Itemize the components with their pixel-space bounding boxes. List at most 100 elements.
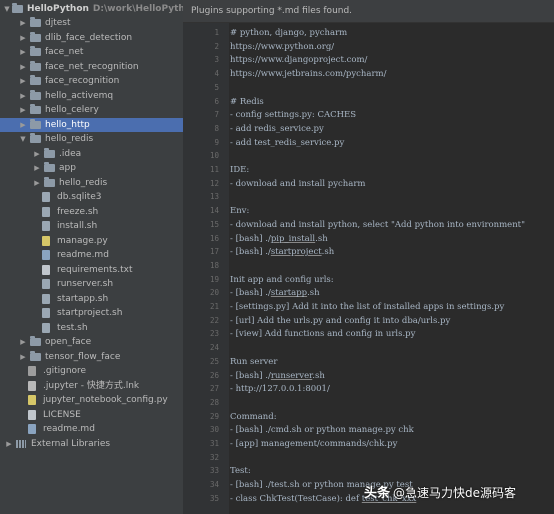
code-line[interactable]: Init app and config urls:	[230, 273, 552, 287]
chevron-right-icon[interactable]: ▶	[32, 176, 42, 190]
line-number: 27	[209, 384, 219, 394]
tree-file-item[interactable]: .jupyter - 快捷方式.lnk	[0, 379, 183, 393]
code-line[interactable]: - [url] Add the urls.py and config it in…	[230, 314, 552, 328]
code-line[interactable]: - [view] Add functions and config in url…	[230, 327, 552, 341]
code-line[interactable]	[230, 190, 552, 204]
tree-folder-item[interactable]: ▶ djtest	[0, 16, 183, 30]
code-line[interactable]: - [bash] ./startproject.sh	[230, 245, 552, 259]
tree-file-item[interactable]: startproject.sh	[0, 306, 183, 320]
tree-file-item[interactable]: LICENSE	[0, 408, 183, 422]
banner-text: Plugins supporting *.md files found.	[191, 6, 353, 16]
tree-folder-item[interactable]: ▶ face_recognition	[0, 74, 183, 88]
tree-file-item[interactable]: test.sh	[0, 321, 183, 335]
chevron-right-icon[interactable]: ▶	[18, 89, 28, 103]
plugin-notification-banner[interactable]: Plugins supporting *.md files found.	[183, 0, 554, 23]
line-number: 30	[209, 425, 219, 435]
chevron-right-icon[interactable]: ▶	[18, 118, 28, 132]
code-line[interactable]: - [bash] ./runserver.sh	[230, 369, 552, 383]
tree-file-item[interactable]: .gitignore	[0, 364, 183, 378]
tree-folder-item[interactable]: ▶ hello_http	[0, 117, 183, 132]
tree-folder-item[interactable]: ▶ tensor_flow_face	[0, 350, 183, 364]
line-number: 11	[209, 165, 219, 174]
tree-folder-item[interactable]: ▶ hello_redis	[0, 176, 183, 190]
line-number: 14	[209, 206, 219, 216]
chevron-right-icon[interactable]: ▶	[18, 74, 28, 88]
chevron-right-icon[interactable]: ▶	[18, 16, 28, 30]
code-line[interactable]: - [bash] ./pip_install.sh	[230, 232, 552, 246]
line-number: 3	[214, 55, 219, 65]
code-line[interactable]: # Redis	[230, 95, 552, 109]
code-line[interactable]: - [bash] ./startapp.sh	[230, 286, 552, 300]
chevron-right-icon[interactable]: ▶	[18, 31, 28, 45]
tree-file-item[interactable]: freeze.sh	[0, 205, 183, 219]
code-line[interactable]	[230, 259, 552, 273]
tree-folder-item[interactable]: ▶ open_face	[0, 335, 183, 349]
code-line[interactable]: Run server	[230, 355, 552, 369]
line-number: 19	[209, 274, 219, 284]
chevron-down-icon[interactable]: ▼	[2, 2, 12, 16]
chevron-right-icon[interactable]: ▶	[18, 60, 28, 74]
chevron-down-icon[interactable]: ▼	[18, 132, 28, 146]
tree-file-item[interactable]: requirements.txt	[0, 263, 183, 277]
chevron-right-icon[interactable]: ▶	[32, 147, 42, 161]
line-number: 33	[209, 466, 219, 476]
code-line[interactable]: - [bash] ./cmd.sh or python manage.py ch…	[230, 423, 552, 437]
tree-file-item[interactable]: startapp.sh	[0, 292, 183, 306]
code-line[interactable]: - download and install pycharm	[230, 177, 552, 191]
tree-file-item[interactable]: db.sqlite3	[0, 190, 183, 204]
code-line[interactable]: Test:	[230, 464, 552, 478]
tree-folder-item[interactable]: ▶ hello_celery	[0, 103, 183, 117]
code-line[interactable]: https://www.jetbrains.com/pycharm/	[230, 67, 552, 81]
chevron-right-icon[interactable]: ▶	[32, 161, 42, 175]
line-number: 29	[209, 411, 219, 421]
tree-root-project[interactable]: ▼ HelloPythonD:\work\HelloPython	[0, 2, 183, 16]
line-number: 5	[214, 82, 219, 92]
chevron-right-icon[interactable]: ▶	[18, 350, 28, 364]
tree-file-item[interactable]: readme.md	[0, 422, 183, 436]
tree-folder-item[interactable]: ▶ dlib_face_detection	[0, 31, 183, 45]
chevron-right-icon[interactable]: ▶	[4, 437, 14, 451]
chevron-right-icon[interactable]: ▶	[18, 103, 28, 117]
code-line[interactable]: https://www.djangoproject.com/	[230, 53, 552, 67]
code-line[interactable]	[230, 451, 552, 465]
tree-item-label: jupyter_notebook_config.py	[43, 395, 168, 405]
project-tree[interactable]: ▼ HelloPythonD:\work\HelloPython ▶ djtest…	[0, 0, 183, 514]
code-line[interactable]: # python, django, pycharm	[230, 26, 552, 40]
line-number: 9	[214, 137, 219, 147]
code-editor[interactable]: Plugins supporting *.md files found. 123…	[183, 0, 554, 514]
line-number: 20	[209, 288, 219, 298]
code-line[interactable]: - add test_redis_service.py	[230, 136, 552, 150]
code-line[interactable]: - config settings.py: CACHES	[230, 108, 552, 122]
code-line[interactable]	[230, 81, 552, 95]
tree-folder-item[interactable]: ▶ face_net	[0, 45, 183, 59]
code-line[interactable]	[230, 149, 552, 163]
tree-folder-item[interactable]: ▶ .idea	[0, 147, 183, 161]
chevron-right-icon[interactable]: ▶	[18, 45, 28, 59]
tree-folder-item[interactable]: ▶ app	[0, 161, 183, 175]
code-line[interactable]: - [settings.py] Add it into the list of …	[230, 300, 552, 314]
tree-file-item[interactable]: manage.py	[0, 234, 183, 248]
code-line[interactable]	[230, 341, 552, 355]
folder-icon	[44, 176, 55, 187]
tree-item-label: runserver.sh	[57, 279, 114, 289]
tree-file-item[interactable]: install.sh	[0, 219, 183, 233]
tree-folder-item[interactable]: ▶ face_net_recognition	[0, 60, 183, 74]
tree-file-item[interactable]: readme.md	[0, 248, 183, 262]
code-line[interactable]: - [app] management/commands/chk.py	[230, 437, 552, 451]
code-line[interactable]: - add redis_service.py	[230, 122, 552, 136]
line-number: 25	[209, 356, 219, 366]
code-line[interactable]: https://www.python.org/	[230, 40, 552, 54]
code-line[interactable]: IDE:	[230, 163, 552, 177]
tree-folder-item[interactable]: ▶ hello_activemq	[0, 89, 183, 103]
tree-file-item[interactable]: jupyter_notebook_config.py	[0, 393, 183, 407]
tree-folder-item[interactable]: ▶ External Libraries	[0, 437, 183, 451]
code-line[interactable]: Env:	[230, 204, 552, 218]
tree-file-item[interactable]: runserver.sh	[0, 277, 183, 291]
code-line[interactable]	[230, 396, 552, 410]
tree-item-label: External Libraries	[31, 438, 111, 449]
tree-folder-item[interactable]: ▼ hello_redis	[0, 132, 183, 146]
code-line[interactable]: - http://127.0.0.1:8001/	[230, 382, 552, 396]
chevron-right-icon[interactable]: ▶	[18, 335, 28, 349]
code-line[interactable]: - download and install python, select "A…	[230, 218, 552, 232]
code-line[interactable]: Command:	[230, 410, 552, 424]
